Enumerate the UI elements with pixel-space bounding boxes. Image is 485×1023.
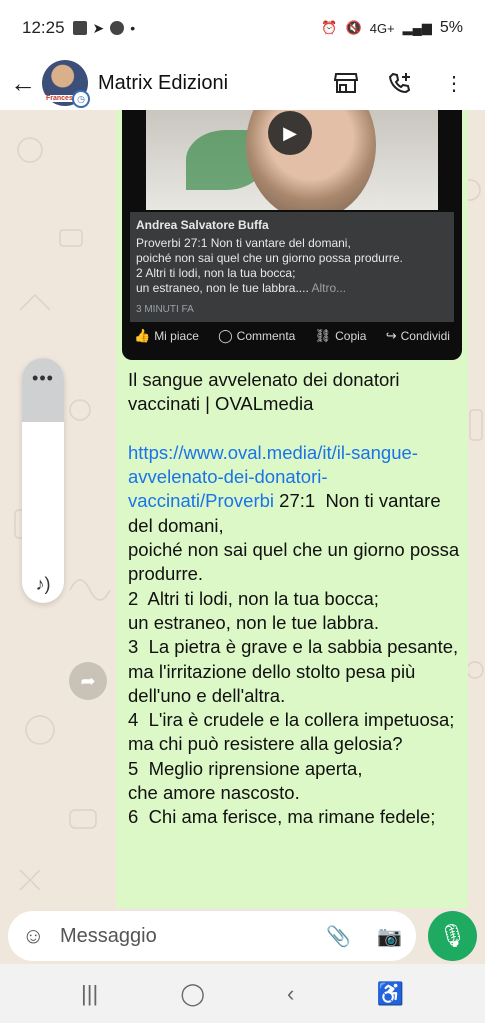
mic-icon: 🎙 — [438, 923, 467, 948]
composer-bar: ☺ Messaggio 📎 📷 🎙 — [0, 908, 485, 964]
back-arrow-icon[interactable]: ← — [10, 68, 40, 99]
chat-area[interactable]: ▶ Andrea Salvatore Buffa Proverbi 27:1 N… — [0, 110, 485, 908]
post-actions: 👍 Mi piace ◯ Commenta ⛓ Copia ↪ Condividi — [130, 328, 454, 344]
emoji-icon[interactable]: ☺ — [22, 923, 52, 949]
message-bubble[interactable]: ▶ Andrea Salvatore Buffa Proverbi 27:1 N… — [116, 110, 468, 908]
dot-icon: • — [130, 20, 136, 36]
forward-icon[interactable]: ➦ — [69, 662, 107, 700]
accessibility-icon[interactable]: ♿ — [376, 981, 403, 1007]
facebook-icon — [110, 21, 125, 35]
message-text: Il sangue avvelenato dei donatori vaccin… — [128, 368, 464, 830]
telegram-icon: ➤ — [92, 19, 105, 36]
share-action[interactable]: ↪ Condividi — [386, 328, 450, 344]
thumbnail-person — [246, 110, 376, 210]
post-text-line4: un estraneo, non le tue labbra.... — [136, 281, 309, 295]
share-icon: ↪ — [385, 328, 397, 343]
status-bar: 12:25 ➤ • ⏰ 🔇 4G+ ▂▄▆ 5% — [0, 0, 485, 56]
like-action[interactable]: 👍 Mi piace — [134, 328, 199, 344]
post-text-line2: poiché non sai quel che un giorno possa … — [136, 251, 403, 265]
comment-label: Commenta — [236, 329, 296, 343]
post-preview-card: Andrea Salvatore Buffa Proverbi 27:1 Non… — [130, 212, 454, 322]
message-title: Il sangue avvelenato dei donatori vaccin… — [128, 369, 405, 415]
more-horiz-icon[interactable]: ••• — [22, 368, 64, 389]
video-preview[interactable]: ▶ Andrea Salvatore Buffa Proverbi 27:1 N… — [122, 110, 462, 360]
more-link[interactable]: Altro... — [311, 281, 346, 295]
like-icon: 👍 — [134, 328, 151, 343]
chat-header: ← Francesco ◷ Matrix Edizioni ⋮ — [0, 56, 485, 110]
music-note-icon: ♪) — [35, 574, 51, 594]
volume-slider[interactable]: ••• ♪) — [22, 358, 64, 603]
comment-icon: ◯ — [218, 328, 233, 343]
battery-level: 5% — [439, 19, 463, 36]
add-call-icon[interactable] — [387, 70, 413, 96]
copy-action[interactable]: ⛓ Copia — [315, 328, 367, 344]
mic-button[interactable]: 🎙 — [428, 911, 477, 961]
post-text-line3: 2 Altri ti lodi, non la tua bocca; — [136, 266, 296, 280]
header-actions: ⋮ — [333, 70, 475, 96]
alarm-icon: ⏰ — [321, 20, 338, 35]
post-text-line4-wrap: un estraneo, non le tue labbra.... Altro… — [136, 281, 448, 296]
post-text-line1: Proverbi 27:1 Non ti vantare del domani, — [136, 236, 351, 250]
status-time: 12:25 — [22, 18, 65, 37]
gallery-icon — [72, 21, 87, 35]
system-nav-bar: ||| ◯ ‹ ♿ — [0, 964, 485, 1023]
more-vert-icon[interactable]: ⋮ — [441, 70, 467, 96]
recents-icon[interactable]: ||| — [81, 981, 98, 1007]
post-time: 3 MINUTI FA — [136, 304, 194, 315]
home-icon[interactable]: ◯ — [180, 981, 205, 1007]
comment-action[interactable]: ◯ Commenta — [218, 328, 295, 344]
input-actions: 📎 📷 — [326, 924, 402, 949]
nav-back-icon[interactable]: ‹ — [287, 981, 294, 1007]
post-author: Andrea Salvatore Buffa — [136, 218, 269, 232]
like-label: Mi piace — [154, 329, 199, 343]
signal-icon: ▂▄▆ — [402, 20, 432, 35]
share-label: Condividi — [400, 329, 450, 343]
notification-icons: ➤ • — [72, 19, 136, 37]
play-icon[interactable]: ▶ — [268, 111, 312, 155]
disappearing-timer-icon: ◷ — [72, 90, 90, 108]
message-body: 27:1 Non ti vantare del domani, poiché n… — [128, 490, 460, 828]
avatar[interactable]: Francesco ◷ — [42, 60, 90, 108]
copy-label: Copia — [335, 329, 367, 343]
attach-icon[interactable]: 📎 — [326, 924, 351, 949]
message-input[interactable]: ☺ Messaggio 📎 📷 — [8, 911, 416, 961]
link-icon: ⛓ — [314, 328, 332, 343]
camera-icon[interactable]: 📷 — [377, 924, 402, 949]
chat-title[interactable]: Matrix Edizioni — [98, 72, 228, 95]
store-icon[interactable] — [333, 70, 359, 96]
network-label: 4G+ — [369, 20, 395, 36]
status-right: ⏰ 🔇 4G+ ▂▄▆ 5% — [321, 19, 463, 37]
mute-icon: 🔇 — [345, 20, 362, 35]
message-placeholder[interactable]: Messaggio — [60, 925, 157, 948]
